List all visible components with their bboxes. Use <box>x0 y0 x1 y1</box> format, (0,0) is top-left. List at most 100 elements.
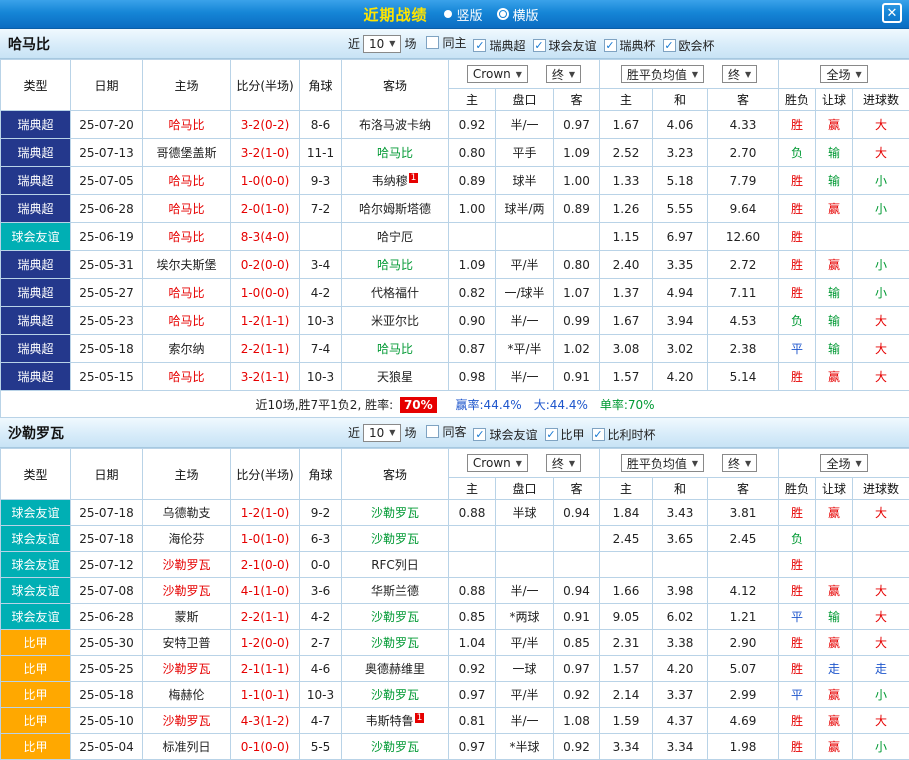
result-goals: 大 <box>853 578 909 604</box>
corners: 3-6 <box>300 578 342 604</box>
odds-handicap <box>496 526 554 552</box>
away-team: 沙勒罗瓦 <box>342 526 449 552</box>
score: 1-0(0-0) <box>231 167 300 195</box>
checkbox-checked-icon[interactable]: ✓ <box>545 428 558 441</box>
avg-odds-select[interactable]: 胜平负均值▼ <box>621 65 704 83</box>
filter-欧会杯[interactable]: ✓欧会杯 <box>663 37 715 54</box>
match-count-select[interactable]: 10 ▼ <box>363 35 401 53</box>
radio-selected-icon[interactable] <box>497 8 509 20</box>
odds-handicap: 平/半 <box>496 251 554 279</box>
result-goals: 大 <box>853 604 909 630</box>
result-handicap: 输 <box>816 604 853 630</box>
matches-table-charleroi: 类型 日期 主场 比分(半场) 角球 客场 Crown▼ 终▼ 胜平负均值▼ 终… <box>0 448 909 760</box>
scope-select[interactable]: 全场▼ <box>820 65 867 83</box>
checkbox-checked-icon[interactable]: ✓ <box>592 428 605 441</box>
avg-home: 1.67 <box>600 307 653 335</box>
near-label: 近 <box>348 424 360 441</box>
odds-away: 0.99 <box>554 307 600 335</box>
avg-draw: 3.38 <box>653 630 708 656</box>
away-team: 韦斯特鲁1 <box>342 708 449 734</box>
col-odds-handicap: 盘口 <box>496 478 554 500</box>
score: 2-1(0-0) <box>231 552 300 578</box>
match-row: 比甲25-05-25沙勒罗瓦2-1(1-1)4-6奥德赫维里0.92一球0.97… <box>1 656 909 682</box>
avg-draw: 4.20 <box>653 656 708 682</box>
close-icon[interactable]: ✕ <box>882 3 902 23</box>
result-handicap: 输 <box>816 139 853 167</box>
league-badge: 球会友谊 <box>1 552 71 578</box>
odds-dropdowns-cell: Crown▼ 终▼ <box>449 449 600 478</box>
avg-home: 1.84 <box>600 500 653 526</box>
dropdown-arrow-icon: ▼ <box>692 70 698 79</box>
scope-select[interactable]: 全场▼ <box>820 454 867 472</box>
avg-draw: 3.02 <box>653 335 708 363</box>
score: 2-0(1-0) <box>231 195 300 223</box>
odds-source-select[interactable]: Crown▼ <box>467 65 528 83</box>
filter-同客[interactable]: 同客 <box>426 423 466 440</box>
score: 2-1(1-1) <box>231 656 300 682</box>
dropdown-arrow-icon: ▼ <box>855 70 861 79</box>
match-date: 25-07-18 <box>71 526 143 552</box>
odds-away: 1.02 <box>554 335 600 363</box>
final-odds-select[interactable]: 终▼ <box>546 454 581 472</box>
filter-瑞典超[interactable]: ✓瑞典超 <box>473 37 525 54</box>
avg-dropdowns-cell: 胜平负均值▼ 终▼ <box>600 60 779 89</box>
avg-odds-select[interactable]: 胜平负均值▼ <box>621 454 704 472</box>
score: 1-2(0-0) <box>231 630 300 656</box>
odds-handicap: 半/一 <box>496 708 554 734</box>
checkbox-checked-icon[interactable]: ✓ <box>663 39 676 52</box>
odds-home: 0.88 <box>449 500 496 526</box>
avg-draw: 3.23 <box>653 139 708 167</box>
final-avg-select[interactable]: 终▼ <box>722 454 757 472</box>
match-date: 25-07-18 <box>71 500 143 526</box>
checkbox-checked-icon[interactable]: ✓ <box>533 39 546 52</box>
checkbox-checked-icon[interactable]: ✓ <box>604 39 617 52</box>
match-count-select[interactable]: 10 ▼ <box>363 424 401 442</box>
odds-away: 0.89 <box>554 195 600 223</box>
score: 1-0(1-0) <box>231 526 300 552</box>
filter-比利时杯[interactable]: ✓比利时杯 <box>592 426 656 443</box>
checkbox-checked-icon[interactable]: ✓ <box>473 428 486 441</box>
col-avg-draw: 和 <box>653 89 708 111</box>
odds-home: 0.87 <box>449 335 496 363</box>
checkbox-unchecked-icon[interactable] <box>426 36 439 49</box>
result-wdl: 胜 <box>779 251 816 279</box>
avg-home: 2.45 <box>600 526 653 552</box>
avg-home: 2.14 <box>600 682 653 708</box>
away-team: 沙勒罗瓦 <box>342 500 449 526</box>
score: 3-2(0-2) <box>231 111 300 139</box>
league-badge: 比甲 <box>1 656 71 682</box>
home-team: 沙勒罗瓦 <box>143 578 231 604</box>
dropdown-arrow-icon: ▼ <box>516 70 522 79</box>
result-wdl: 平 <box>779 682 816 708</box>
radio-unselected-icon[interactable] <box>444 10 452 18</box>
match-row: 比甲25-05-04标准列日0-1(0-0)5-5沙勒罗瓦0.97*半球0.92… <box>1 734 909 760</box>
view-option-horizontal[interactable]: 横版 <box>497 5 539 24</box>
avg-home: 1.59 <box>600 708 653 734</box>
odds-home: 0.97 <box>449 734 496 760</box>
avg-draw: 3.37 <box>653 682 708 708</box>
filter-球会友谊[interactable]: ✓球会友谊 <box>533 37 597 54</box>
avg-draw: 4.94 <box>653 279 708 307</box>
filter-球会友谊[interactable]: ✓球会友谊 <box>473 426 537 443</box>
result-goals: 走 <box>853 656 909 682</box>
filter-比甲[interactable]: ✓比甲 <box>545 426 585 443</box>
odds-home: 0.89 <box>449 167 496 195</box>
match-row: 瑞典超25-05-18索尔纳2-2(1-1)7-4哈马比0.87*平/半1.02… <box>1 335 909 363</box>
corners: 7-2 <box>300 195 342 223</box>
match-row: 球会友谊25-07-18海伦芬1-0(1-0)6-3沙勒罗瓦2.453.652.… <box>1 526 909 552</box>
col-home: 主场 <box>143 60 231 111</box>
result-goals: 小 <box>853 195 909 223</box>
filter-同主[interactable]: 同主 <box>426 34 466 51</box>
odds-source-select[interactable]: Crown▼ <box>467 454 528 472</box>
match-date: 25-07-08 <box>71 578 143 604</box>
score: 4-1(1-0) <box>231 578 300 604</box>
final-odds-select[interactable]: 终▼ <box>546 65 581 83</box>
match-date: 25-05-23 <box>71 307 143 335</box>
dropdown-arrow-icon: ▼ <box>745 70 751 79</box>
checkbox-unchecked-icon[interactable] <box>426 425 439 438</box>
final-avg-select[interactable]: 终▼ <box>722 65 757 83</box>
filter-瑞典杯[interactable]: ✓瑞典杯 <box>604 37 656 54</box>
view-option-vertical[interactable]: 竖版 <box>444 5 482 24</box>
match-row: 球会友谊25-06-19哈马比8-3(4-0)哈宁厄1.156.9712.60胜 <box>1 223 909 251</box>
checkbox-checked-icon[interactable]: ✓ <box>473 39 486 52</box>
